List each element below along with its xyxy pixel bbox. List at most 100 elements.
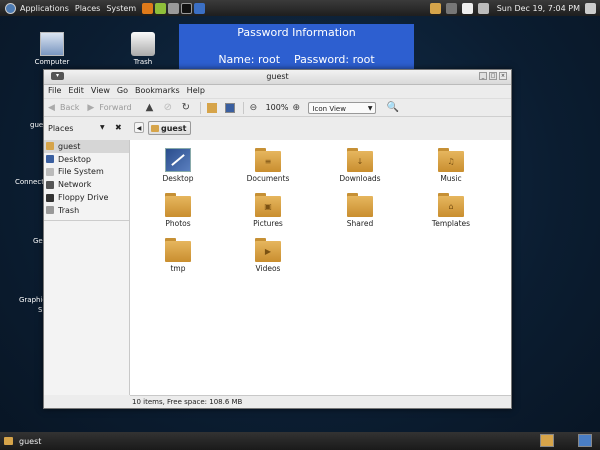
menu-help[interactable]: Help — [187, 86, 205, 95]
zoom-level[interactable]: 100% — [266, 103, 289, 112]
clock[interactable]: Sun Dec 19, 7:04 PM — [497, 4, 580, 13]
browser-launcher-icon[interactable] — [142, 2, 154, 14]
desktop-icon-trash[interactable]: Trash — [119, 32, 167, 66]
stop-icon[interactable]: ⊘ — [164, 102, 174, 113]
view-mode-select[interactable]: Icon View ▼ — [308, 101, 377, 114]
sidebar-item-network[interactable]: Network — [44, 178, 129, 191]
path-back-button[interactable]: ◀ — [134, 122, 144, 133]
menu-bookmarks[interactable]: Bookmarks — [135, 86, 180, 95]
home-folder-icon[interactable] — [206, 102, 217, 113]
arrow-right-icon: ▶ — [87, 102, 95, 113]
zoom-in-icon[interactable]: ⊕ — [292, 103, 302, 113]
menu-go[interactable]: Go — [117, 86, 128, 95]
download-folder-icon: ↓ — [347, 148, 373, 172]
distro-logo-icon[interactable] — [5, 2, 16, 14]
window-menu-button[interactable]: ▾ — [51, 72, 64, 80]
trash-icon — [46, 206, 54, 215]
menu-places[interactable]: Places — [75, 4, 100, 13]
workspace-switcher-2[interactable] — [578, 434, 592, 447]
file-item-downloads[interactable]: ↓ Downloads — [325, 148, 395, 183]
forward-button[interactable]: ▶ Forward — [87, 103, 131, 113]
file-item-label: Shared — [346, 219, 374, 228]
desktop-partial-label: gue — [30, 121, 44, 129]
desktop-icon-computer[interactable]: Computer — [28, 32, 76, 66]
back-button[interactable]: ◀ Back — [48, 103, 79, 113]
maximize-button[interactable]: □ — [489, 72, 497, 80]
minimize-button[interactable]: _ — [479, 72, 487, 80]
file-item-documents[interactable]: ≡ Documents — [233, 148, 303, 183]
file-item-videos[interactable]: ▶ Videos — [233, 238, 303, 273]
menu-system[interactable]: System — [106, 4, 136, 13]
desktop: Applications Places System Sun Dec 19, 7… — [0, 0, 600, 450]
file-item-label: Photos — [165, 219, 191, 228]
sidebar-item-trash[interactable]: Trash — [44, 204, 129, 217]
location-bar: Places ▼ ✖ ◀ guest — [44, 118, 511, 138]
trash-icon — [131, 32, 155, 56]
help-launcher-icon[interactable] — [194, 2, 206, 14]
places-sidebar: guest Desktop File System Network Floppy… — [44, 140, 130, 395]
desktop-icon — [165, 148, 191, 172]
home-folder-icon — [46, 142, 54, 151]
pen-tray-icon[interactable] — [461, 2, 473, 14]
file-item-desktop[interactable]: Desktop — [143, 148, 213, 183]
file-item-label: Documents — [246, 174, 290, 183]
sidebar-item-file-system[interactable]: File System — [44, 166, 129, 179]
sidebar-item-desktop[interactable]: Desktop — [44, 153, 129, 166]
password-info-title: Password Information — [237, 26, 356, 39]
desktop-partial-label: Connect — [15, 178, 44, 186]
toolbar: ◀ Back ▶ Forward ▲ ⊘ ↻ ⊖ 100% ⊕ Icon Vie… — [44, 98, 511, 117]
file-item-pictures[interactable]: ▣ Pictures — [233, 193, 303, 228]
search-icon[interactable]: 🔍 — [386, 102, 398, 113]
sidebar-item-guest[interactable]: guest — [44, 140, 129, 153]
computer-icon[interactable] — [224, 102, 235, 113]
system-tray: Sun Dec 19, 7:04 PM — [425, 0, 596, 16]
menu-applications[interactable]: Applications — [20, 4, 69, 13]
file-item-tmp[interactable]: tmp — [143, 238, 213, 273]
folder-icon — [4, 437, 13, 445]
sidebar-item-floppy-drive[interactable]: Floppy Drive — [44, 191, 129, 204]
menu-edit[interactable]: Edit — [68, 86, 84, 95]
terminal-launcher-icon[interactable] — [181, 2, 193, 14]
path-segment-guest[interactable]: guest — [148, 121, 192, 135]
file-item-music[interactable]: ♫ Music — [416, 148, 486, 183]
taskbar-button-guest[interactable]: guest — [4, 434, 134, 448]
close-button[interactable]: × — [499, 72, 507, 80]
document-folder-icon: ≡ — [255, 148, 281, 172]
folder-icon — [165, 193, 191, 217]
up-arrow-icon[interactable]: ▲ — [146, 102, 156, 113]
desktop-partial-label: Ge — [33, 237, 43, 245]
menu-file[interactable]: File — [48, 86, 61, 95]
password-info-banner: Password Information Name: root Password… — [179, 24, 414, 74]
menu-view[interactable]: View — [91, 86, 110, 95]
window-title: guest — [266, 72, 289, 81]
volume-icon[interactable] — [477, 2, 489, 14]
sidebar-item-label: Trash — [58, 205, 80, 215]
folder-icon — [165, 238, 191, 262]
app-launcher-icon[interactable] — [155, 2, 167, 14]
folder-tray-icon[interactable] — [429, 2, 441, 14]
forward-label: Forward — [99, 103, 132, 112]
file-item-templates[interactable]: ⌂ Templates — [416, 193, 486, 228]
path-segment-label: guest — [161, 123, 187, 133]
file-item-label: tmp — [170, 264, 186, 273]
desktop-icon — [46, 155, 54, 164]
status-bar: 10 items, Free space: 108.6 MB — [130, 395, 511, 409]
power-icon[interactable] — [585, 2, 596, 14]
file-item-shared[interactable]: Shared — [325, 193, 395, 228]
places-label[interactable]: Places — [48, 124, 73, 133]
file-item-label: Videos — [255, 264, 281, 273]
back-label: Back — [60, 103, 80, 112]
desktop-icon-label: Trash — [133, 58, 153, 66]
tools-launcher-icon[interactable] — [168, 2, 180, 14]
window-titlebar[interactable]: ▾ guest _ □ × — [44, 70, 511, 85]
file-item-photos[interactable]: Photos — [143, 193, 213, 228]
zoom-out-icon[interactable]: ⊖ — [250, 103, 260, 113]
video-folder-icon: ▶ — [255, 238, 281, 262]
chevron-down-icon[interactable]: ▼ — [100, 124, 105, 131]
reload-icon[interactable]: ↻ — [182, 102, 192, 113]
close-sidebar-icon[interactable]: ✖ — [115, 123, 122, 132]
dropdown-tray-icon[interactable] — [445, 2, 457, 14]
taskbar-button-label: guest — [19, 436, 42, 446]
workspace-switcher-1[interactable] — [540, 434, 554, 447]
top-panel: Applications Places System Sun Dec 19, 7… — [0, 0, 600, 16]
